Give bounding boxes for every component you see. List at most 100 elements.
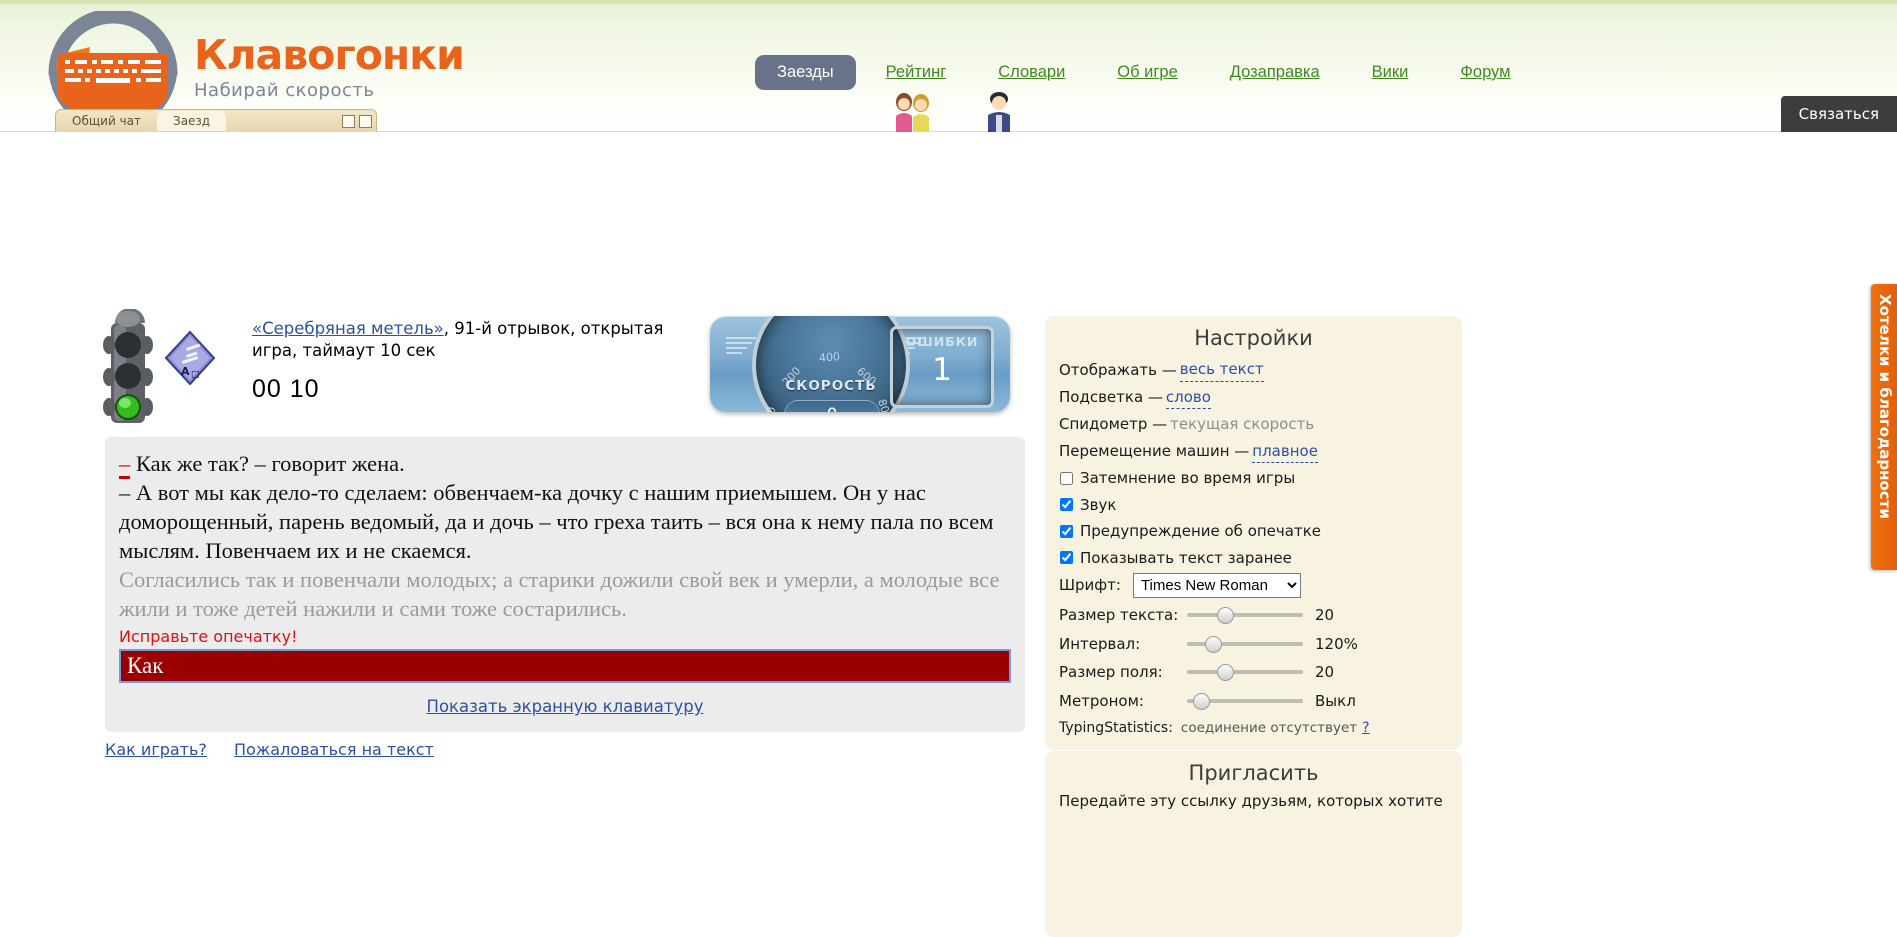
nav-item-refuel[interactable]: Дозаправка — [1204, 63, 1346, 82]
logo-title: Клавогонки — [194, 31, 465, 79]
setting-sound-label: Звук — [1080, 495, 1117, 514]
setting-speedometer: Спидометр — текущая скорость — [1059, 413, 1448, 436]
chat-tab-race[interactable]: Заезд — [157, 111, 227, 131]
contact-button[interactable]: Связаться — [1780, 96, 1897, 132]
speedometer-gauge: 0 200 400 600 800 СКОРОСТЬ 0 — [752, 316, 910, 412]
text-size-slider-knob[interactable] — [1217, 607, 1234, 625]
avatar-player-2 — [988, 92, 1010, 132]
setting-dimming-checkbox[interactable] — [1060, 471, 1073, 485]
setting-display: Отображать — весь текст — [1059, 358, 1448, 382]
keyboard-link-wrapper: Показать экранную клавиатуру — [119, 697, 1011, 716]
setting-interval-row: Интервал: 120% — [1059, 633, 1448, 656]
setting-field-size-value: 20 — [1315, 663, 1335, 681]
nav-item-forum[interactable]: Форум — [1434, 63, 1536, 82]
setting-metronome-row: Метроном: Выкл — [1059, 690, 1448, 713]
feedback-side-tab-label: Хотелки и благодарности — [1876, 294, 1894, 519]
setting-show-text-ahead-checkbox[interactable] — [1060, 551, 1073, 565]
speedometer-label: СКОРОСТЬ — [785, 378, 877, 394]
setting-dimming-row[interactable]: Затемнение во время игры — [1059, 467, 1448, 490]
setting-dimming-label: Затемнение во время игры — [1080, 469, 1296, 487]
field-size-slider-knob[interactable] — [1217, 664, 1234, 682]
chat-bar[interactable]: Общий чат Заезд — [55, 109, 377, 132]
setting-sound-checkbox[interactable] — [1060, 498, 1073, 512]
logo-text-block: Клавогонки Набирай скорость — [194, 31, 465, 102]
setting-field-size-label: Размер поля: — [1059, 663, 1163, 681]
setting-display-label: Отображать — — [1059, 360, 1177, 379]
setting-car-movement: Перемещение машин — плавное — [1059, 440, 1448, 463]
nav-item-about[interactable]: Об игре — [1091, 63, 1203, 82]
passage-line-2: – А вот мы как дело-то сделаем: обвенчае… — [119, 480, 994, 564]
setting-typo-warning-label: Предупреждение об опечатке — [1080, 522, 1321, 540]
setting-font-label: Шрифт: — [1059, 576, 1121, 595]
nav-item-races[interactable]: Заезды — [755, 55, 856, 90]
typing-input[interactable] — [119, 649, 1011, 684]
nav-item-dictionaries[interactable]: Словари — [972, 63, 1091, 82]
steering-wheel-keyboard-logo-icon — [48, 11, 178, 123]
nav-item-wiki[interactable]: Вики — [1346, 63, 1435, 82]
feedback-side-tab[interactable]: Хотелки и благодарности — [1871, 284, 1897, 570]
race-passage: – Как же так? – говорит жена. – А вот мы… — [119, 449, 1011, 623]
metronome-slider-knob[interactable] — [1193, 692, 1210, 710]
setting-typo-warning-row[interactable]: Предупреждение об опечатке — [1059, 520, 1448, 543]
chat-window-icon-2[interactable] — [359, 114, 372, 128]
settings-title: Настройки — [1194, 326, 1313, 350]
typing-statistics-row: TypingStatistics: соединение отсутствует… — [1059, 720, 1448, 736]
setting-interval-value: 120% — [1315, 634, 1358, 653]
interval-slider[interactable] — [1187, 635, 1303, 653]
report-text-link[interactable]: Пожаловаться на текст — [234, 740, 434, 759]
setting-speedometer-label: Спидометр — — [1059, 415, 1168, 433]
typing-statistics-label: TypingStatistics: — [1059, 720, 1173, 736]
errors-label: ОШИБКИ — [905, 334, 979, 349]
setting-sound-row[interactable]: Звук — [1059, 494, 1448, 517]
metronome-slider[interactable] — [1187, 692, 1303, 710]
main-navigation: Заезды Рейтинг Словари Об игре Дозаправк… — [755, 55, 1536, 90]
setting-typo-warning-checkbox[interactable] — [1060, 524, 1073, 538]
avatar-player-1 — [896, 93, 929, 132]
invite-title: Пригласить — [1188, 761, 1319, 785]
setting-highlight-value[interactable]: слово — [1165, 386, 1211, 409]
race-timer: 00 10 — [252, 374, 320, 403]
field-size-slider[interactable] — [1187, 664, 1303, 682]
errors-value: 1 — [932, 352, 952, 388]
logo-subtitle: Набирай скорость — [194, 80, 375, 101]
invite-panel: Пригласить Передайте эту ссылку друзьям,… — [1045, 751, 1462, 937]
text-size-slider[interactable] — [1187, 607, 1303, 625]
setting-show-text-ahead-row[interactable]: Показывать текст заранее — [1059, 547, 1448, 570]
setting-font-row: Шрифт: Times New Roman — [1059, 573, 1448, 598]
font-select[interactable]: Times New Roman — [1132, 573, 1301, 598]
setting-highlight: Подсветка — слово — [1059, 386, 1448, 409]
race-dashboard: 0 200 400 600 800 СКОРОСТЬ 0 ОШИБКИ 1 — [710, 316, 1010, 412]
chat-window-icon-1[interactable] — [342, 114, 355, 128]
setting-car-movement-value[interactable]: плавное — [1252, 440, 1318, 463]
interval-slider-knob[interactable] — [1205, 635, 1222, 653]
show-onscreen-keyboard-link[interactable]: Показать экранную клавиатуру — [427, 697, 704, 716]
setting-display-value[interactable]: весь текст — [1179, 358, 1264, 382]
nav-item-rating[interactable]: Рейтинг — [860, 63, 973, 82]
chat-tab-general[interactable]: Общий чат — [56, 111, 157, 131]
how-to-play-link[interactable]: Как играть? — [105, 740, 207, 759]
setting-metronome-value: Выкл — [1315, 691, 1356, 710]
setting-speedometer-value: текущая скорость — [1170, 415, 1315, 433]
passage-line-1: Как же так? – говорит жена. — [130, 451, 405, 476]
setting-metronome-label: Метроном: — [1059, 691, 1144, 710]
speedometer-tick-0: 0 — [764, 405, 779, 412]
passage-typo-char: – — [119, 451, 131, 479]
invite-text: Передайте эту ссылку друзьям, которых хо… — [1059, 792, 1443, 810]
setting-text-size-value: 20 — [1315, 606, 1335, 624]
settings-panel: Настройки Отображать — весь текст Подсве… — [1045, 316, 1462, 750]
field-size-slider-track — [1187, 670, 1303, 675]
typo-warning-message: Исправьте опечатку! — [119, 627, 298, 647]
text-size-slider-track — [1187, 613, 1303, 618]
typing-statistics-status: соединение отсутствует — [1180, 720, 1358, 736]
helper-links: Как играть? Пожаловаться на текст — [105, 740, 456, 759]
setting-text-size-row: Размер текста: 20 — [1059, 604, 1448, 627]
traffic-light-icon — [103, 309, 153, 423]
svg-text:A: A — [181, 365, 190, 378]
site-logo[interactable]: Клавогонки Набирай скорость — [28, 8, 465, 123]
setting-text-size-label: Размер текста: — [1059, 606, 1179, 624]
setting-field-size-row: Размер поля: 20 — [1059, 661, 1448, 684]
typing-statistics-help-link[interactable]: ? — [1362, 720, 1369, 736]
setting-highlight-label: Подсветка — — [1059, 388, 1163, 406]
race-text-link[interactable]: «Серебряная метель» — [252, 319, 444, 338]
dictionary-abc-icon: A □ — [164, 330, 216, 386]
